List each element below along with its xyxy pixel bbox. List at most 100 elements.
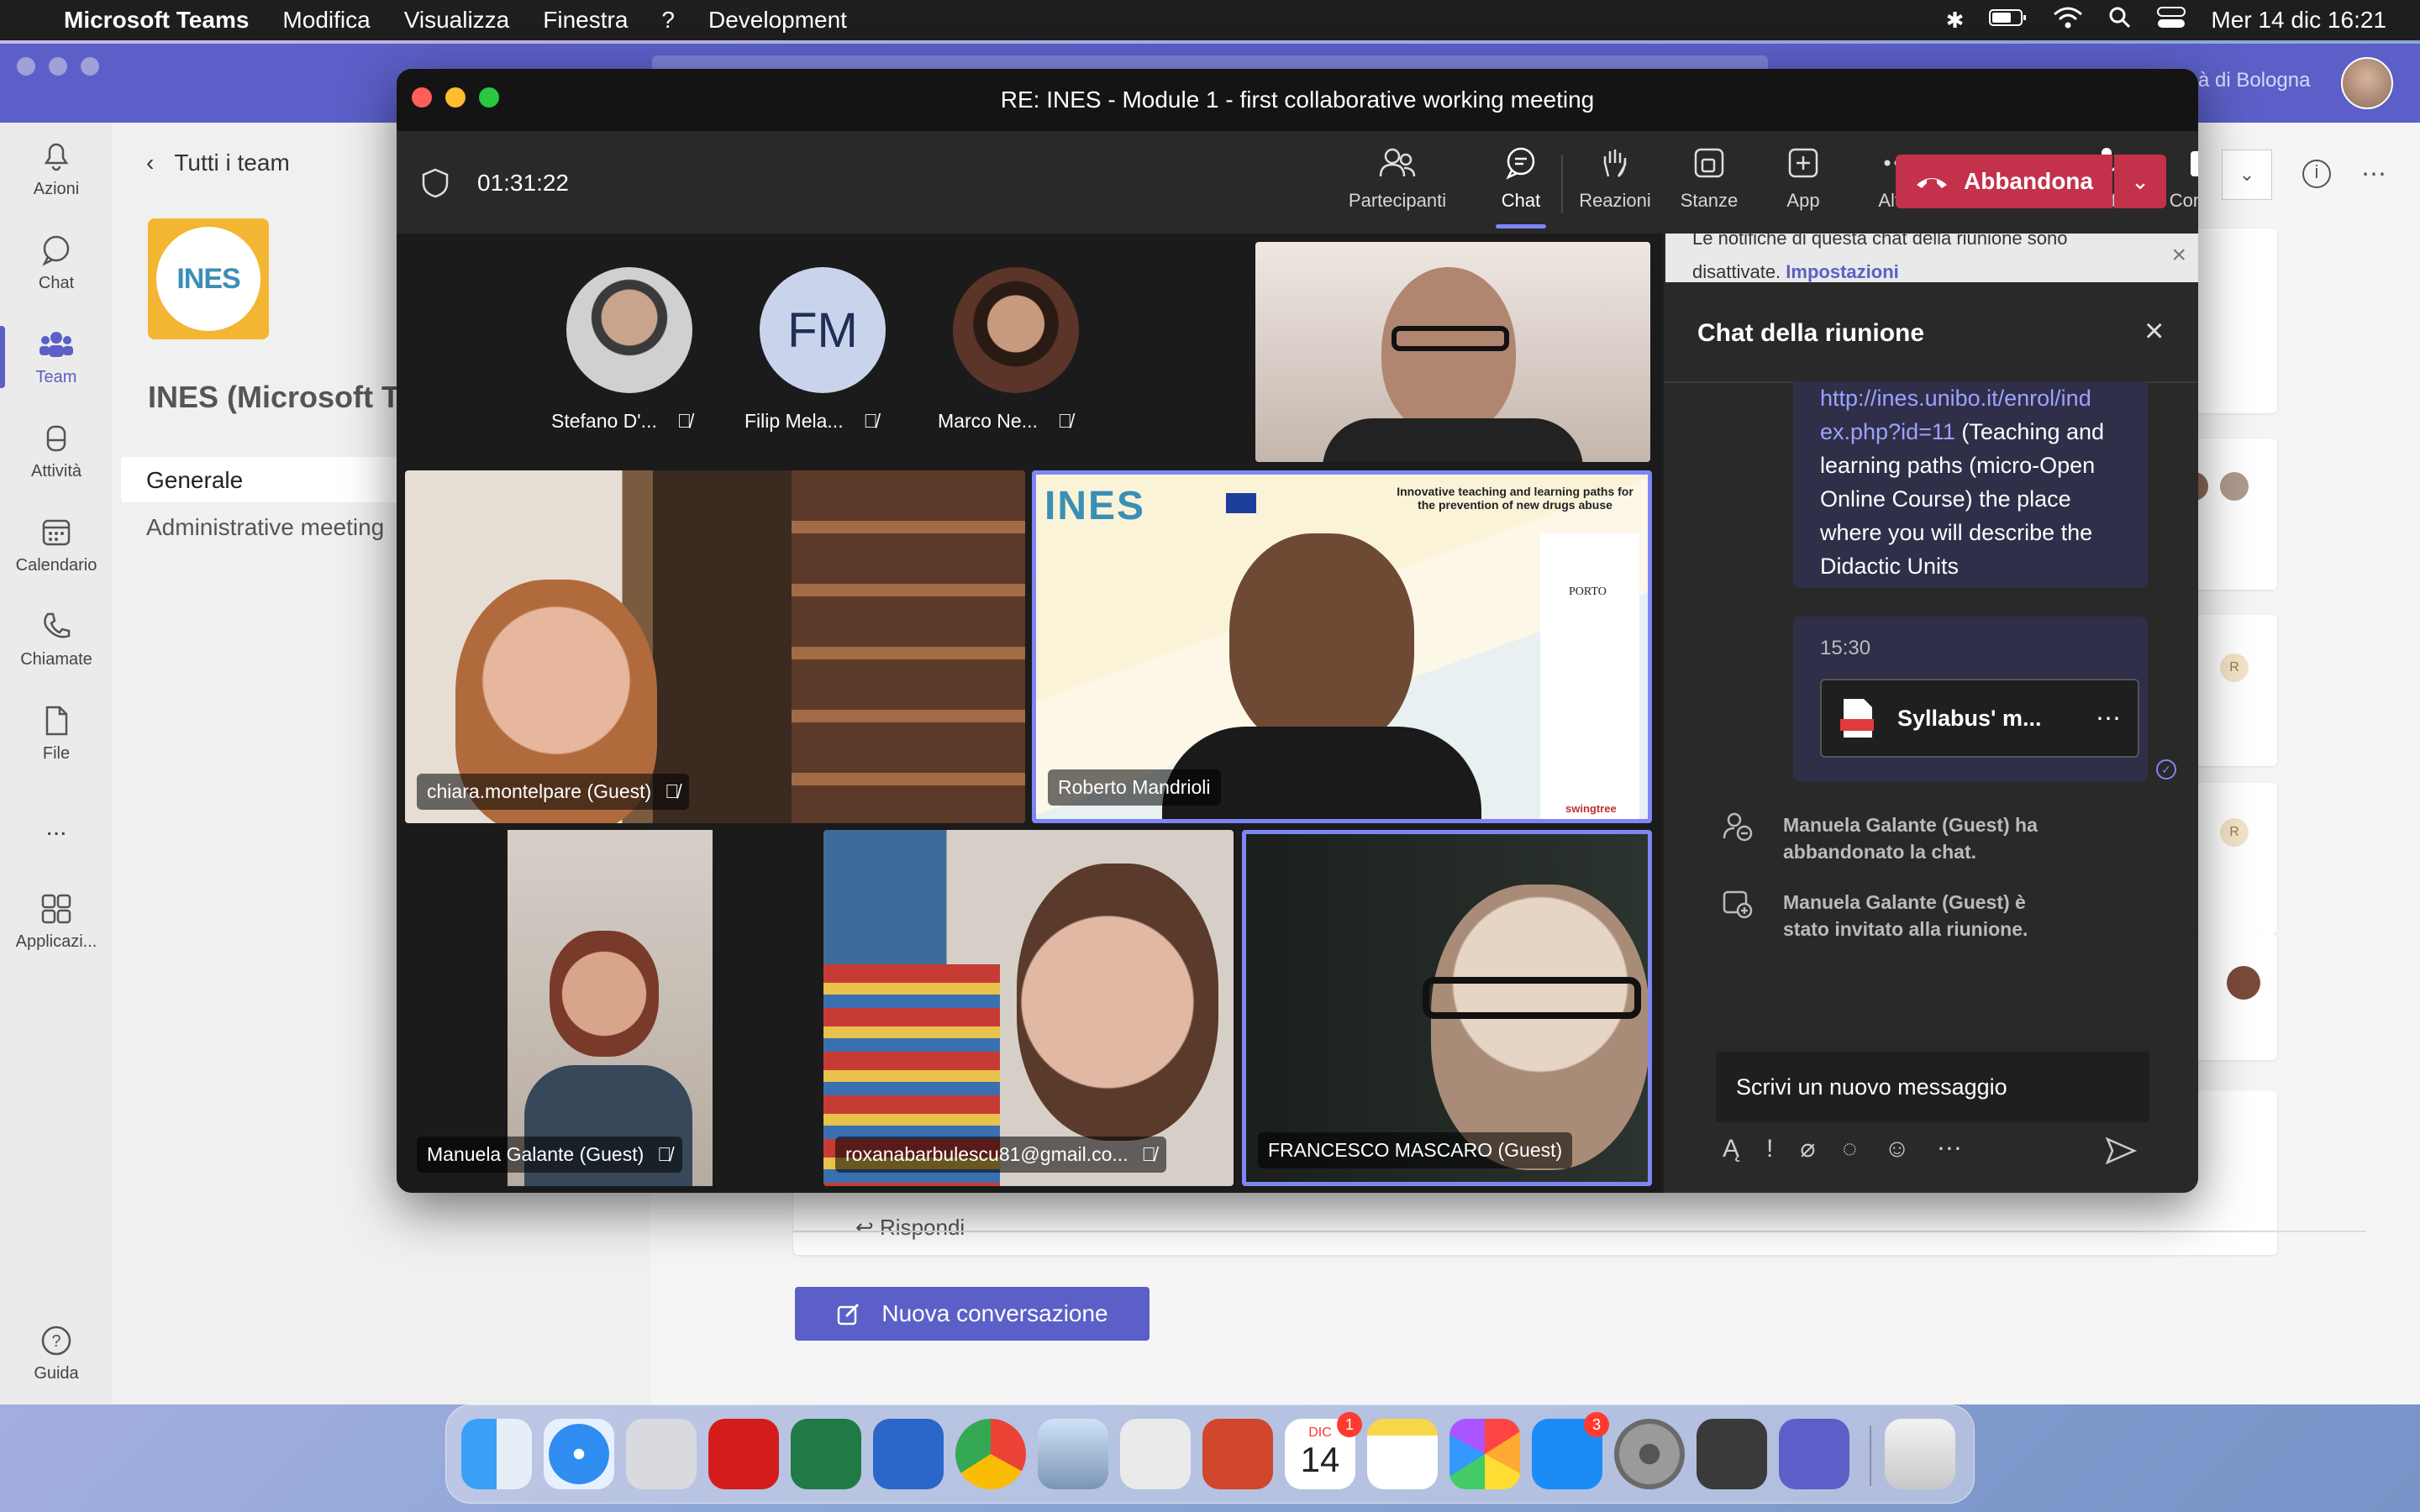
participant-name: roxanabarbulescu81@gmail.co... xyxy=(845,1143,1128,1165)
participants-icon xyxy=(1379,148,1416,177)
excel-icon[interactable] xyxy=(791,1419,861,1489)
calculator-icon[interactable] xyxy=(1697,1419,1767,1489)
reactions-button[interactable]: Reazioni xyxy=(1569,146,1661,212)
video-tile-chiara[interactable]: chiara.montelpare (Guest) 🎙̸ xyxy=(405,470,1025,823)
event-text: stato invitato alla riunione. xyxy=(1783,918,2028,940)
rail-more[interactable]: ... xyxy=(0,781,113,874)
attach-icon[interactable]: ⌀ xyxy=(1800,1134,1815,1163)
rail-calendario[interactable]: Calendario xyxy=(0,499,113,591)
word-icon[interactable] xyxy=(873,1419,944,1489)
trash-icon[interactable] xyxy=(1885,1419,1955,1489)
avatar-marco[interactable] xyxy=(953,267,1079,393)
share-button[interactable]: Condividi xyxy=(2161,146,2198,212)
menu-development[interactable]: Development xyxy=(708,7,847,34)
video-tile-manuela[interactable]: Manuela Galante (Guest) 🎙̸ xyxy=(405,830,825,1186)
send-icon[interactable] xyxy=(2104,1136,2138,1166)
event-text: Manuela Galante (Guest) ha xyxy=(1783,814,2038,836)
leave-button[interactable]: Abbandona xyxy=(1896,155,2112,208)
preview-icon[interactable] xyxy=(1038,1419,1108,1489)
photos-icon[interactable] xyxy=(1449,1419,1520,1489)
leave-options-button[interactable]: ⌄ xyxy=(2114,155,2166,208)
spotlight-icon[interactable] xyxy=(2108,6,2132,35)
system-settings-icon[interactable] xyxy=(1614,1419,1685,1489)
leave-label: Abbandona xyxy=(1964,168,2093,194)
acrobat-icon[interactable] xyxy=(708,1419,779,1489)
video-tile-francesco[interactable]: FRANCESCO MASCARO (Guest) xyxy=(1242,830,1652,1186)
header-dropdown[interactable]: ⌄ xyxy=(2222,150,2272,200)
powerpoint-icon[interactable] xyxy=(1202,1419,1273,1489)
compose-icon xyxy=(838,1303,860,1326)
avatar-stefano[interactable] xyxy=(566,267,692,393)
event-text: Manuela Galante (Guest) è xyxy=(1783,891,2026,913)
notes-icon[interactable] xyxy=(1367,1419,1438,1489)
launchpad-icon[interactable] xyxy=(626,1419,697,1489)
meeting-chat-panel: Le notifiche di questa chat della riunio… xyxy=(1664,234,2198,1193)
rail-attivita[interactable]: Attività xyxy=(0,405,113,497)
file-more-icon[interactable]: ⋯ xyxy=(2096,704,2121,733)
rail-chat[interactable]: Chat xyxy=(0,217,113,309)
rail-azioni[interactable]: Azioni xyxy=(0,123,113,215)
calendar-app-icon[interactable]: DIC 14 1 xyxy=(1285,1412,1362,1489)
back-to-teams[interactable]: ‹ Tutti i team xyxy=(146,150,290,176)
teams-app-icon[interactable] xyxy=(1779,1419,1849,1489)
new-conversation-button[interactable]: Nuova conversazione xyxy=(795,1287,1150,1341)
close-chat-icon[interactable]: × xyxy=(2144,312,2164,350)
more-icon[interactable]: ⋯ xyxy=(1937,1134,1962,1163)
rail-file[interactable]: File xyxy=(0,687,113,780)
close-dot[interactable] xyxy=(17,57,35,76)
message-text: (Teaching and xyxy=(1954,419,2105,444)
finder-icon[interactable] xyxy=(461,1419,532,1489)
wifi-icon[interactable] xyxy=(2053,6,2083,35)
datetime[interactable]: Mer 14 dic 16:21 xyxy=(2211,7,2386,34)
close-notice-icon[interactable]: × xyxy=(2171,239,2186,272)
minimize-dot[interactable] xyxy=(49,57,67,76)
menu-bar: Microsoft Teams Modifica Visualizza Fine… xyxy=(0,0,2420,40)
avatar-filip[interactable]: FM xyxy=(760,267,886,393)
menu-modifica[interactable]: Modifica xyxy=(282,7,370,34)
video-tile-roxana[interactable]: roxanabarbulescu81@gmail.co... 🎙̸ xyxy=(823,830,1234,1186)
chrome-icon[interactable] xyxy=(955,1419,1026,1489)
rail-label: Chat xyxy=(38,273,75,292)
info-icon[interactable]: i xyxy=(2302,160,2331,188)
rail-chiamate[interactable]: Chiamate xyxy=(0,593,113,685)
message-link[interactable]: http://ines.unibo.it/enrol/ind xyxy=(1820,386,2091,411)
more-options-icon[interactable]: ⋯ xyxy=(2361,160,2386,189)
shield-icon[interactable] xyxy=(422,168,449,198)
reply-link[interactable]: ↩ Rispondi xyxy=(855,1215,965,1241)
menu-visualizza[interactable]: Visualizza xyxy=(404,7,510,34)
battery-icon[interactable] xyxy=(1989,7,2028,34)
minimize-button[interactable] xyxy=(445,87,466,108)
zoom-button[interactable] xyxy=(479,87,499,108)
control-center-icon[interactable] xyxy=(2157,6,2186,35)
rooms-button[interactable]: Stanze xyxy=(1663,146,1755,212)
menu-app-name[interactable]: Microsoft Teams xyxy=(64,7,249,34)
video-tile-roberto[interactable]: INES Innovative teaching and learning pa… xyxy=(1032,470,1652,823)
menu-help[interactable]: ? xyxy=(661,7,675,34)
priority-icon[interactable]: ! xyxy=(1766,1135,1773,1163)
app-store-icon[interactable]: 3 xyxy=(1532,1412,1609,1489)
chat-button[interactable]: Chat xyxy=(1475,146,1567,228)
channel-administrative[interactable]: Administrative meeting xyxy=(146,514,384,541)
rail-guida[interactable]: ? Guida xyxy=(0,1307,113,1399)
self-preview[interactable] xyxy=(1255,242,1650,462)
emoji-icon[interactable]: ☺ xyxy=(1884,1135,1910,1163)
bluetooth-icon[interactable]: ✱ xyxy=(1946,8,1965,34)
screenshot-icon[interactable] xyxy=(1120,1419,1191,1489)
loop-icon[interactable]: ◌ xyxy=(1842,1135,1857,1163)
menu-finestra[interactable]: Finestra xyxy=(543,7,628,34)
notice-settings-link[interactable]: Impostazioni xyxy=(1786,261,1898,282)
close-button[interactable] xyxy=(412,87,432,108)
message-link-cont[interactable]: ex.php?id=11 xyxy=(1820,419,1955,444)
participants-button[interactable]: Partecipanti xyxy=(1349,146,1446,212)
avatar xyxy=(2227,966,2260,1000)
safari-icon[interactable] xyxy=(544,1419,614,1489)
file-attachment[interactable]: Syllabus' m... ⋯ xyxy=(1820,679,2139,758)
message-compose-box[interactable]: Scrivi un nuovo messaggio xyxy=(1716,1052,2149,1122)
apps-button[interactable]: App xyxy=(1757,146,1849,212)
zoom-dot[interactable] xyxy=(81,57,99,76)
format-icon[interactable]: Ą xyxy=(1723,1135,1739,1163)
rail-team[interactable]: Team xyxy=(0,311,113,403)
message-text: Online Course) the place xyxy=(1820,486,2071,512)
user-avatar[interactable] xyxy=(2341,57,2393,109)
rail-applicazioni[interactable]: Applicazi... xyxy=(0,875,113,968)
